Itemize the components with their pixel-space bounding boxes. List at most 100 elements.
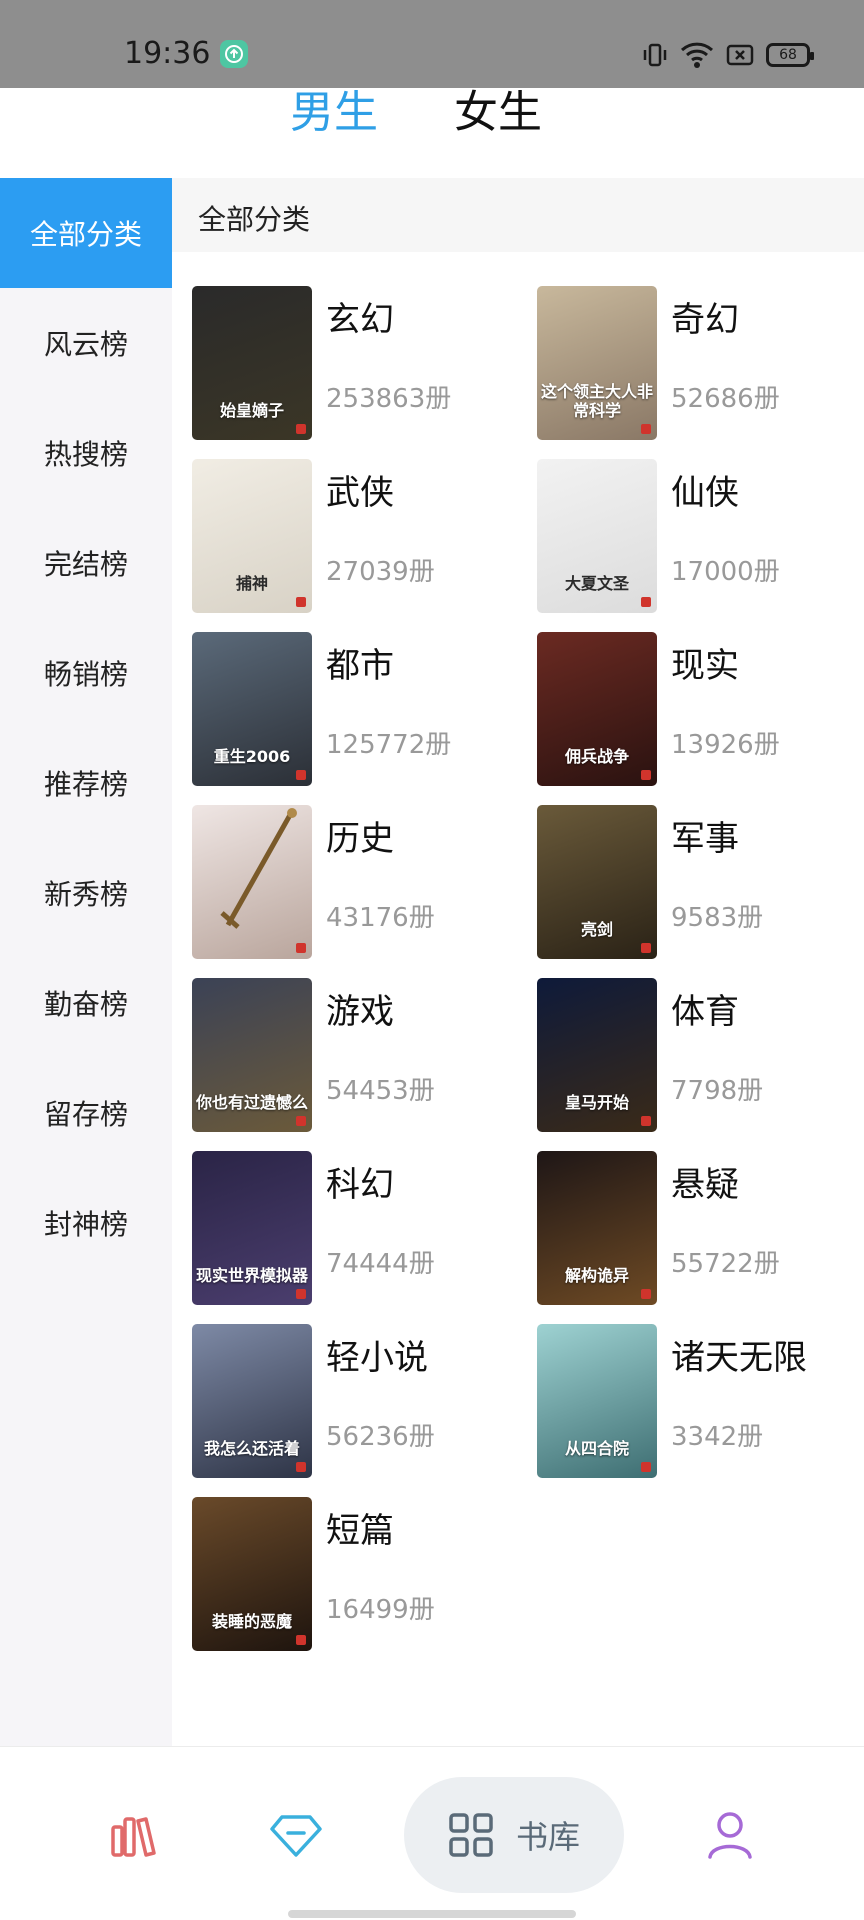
category-card[interactable]: 大夏文圣 仙侠 17000册 <box>537 459 864 615</box>
cover-title: 佣兵战争 <box>564 747 629 766</box>
ranking-sidebar: 全部分类 风云榜 热搜榜 完结榜 畅销榜 推荐榜 新秀榜 勤奋榜 留存榜 封神榜 <box>0 178 172 1746</box>
publisher-badge-icon <box>641 1462 651 1472</box>
category-count: 125772册 <box>326 730 452 760</box>
category-card[interactable]: 皇马开始 体育 7798册 <box>537 978 864 1134</box>
cover-title: 皇马开始 <box>564 1093 629 1112</box>
book-cover: 始皇嫡子 <box>192 286 312 440</box>
category-name: 轻小说 <box>326 1338 428 1378</box>
category-count: 16499册 <box>326 1595 435 1625</box>
diamond-icon <box>270 1815 322 1857</box>
category-name: 历史 <box>326 819 394 859</box>
bottom-nav: 书库 <box>0 1746 864 1920</box>
category-name: 体育 <box>671 992 739 1032</box>
category-card[interactable]: 装睡的恶魔 短篇 16499册 <box>192 1497 532 1653</box>
home-indicator[interactable] <box>288 1910 576 1918</box>
sidebar-item-diligent[interactable]: 勤奋榜 <box>0 948 172 1058</box>
category-grid: 始皇嫡子 玄幻 253863册 这个领主大人非常科学 奇幻 52686册 捕神 … <box>172 252 864 1746</box>
category-card[interactable]: 捕神 武侠 27039册 <box>192 459 532 615</box>
category-name: 仙侠 <box>671 473 739 513</box>
category-card[interactable]: 重生2006 都市 125772册 <box>192 632 532 788</box>
category-name: 悬疑 <box>671 1165 739 1205</box>
category-name: 诸天无限 <box>671 1338 807 1378</box>
sidebar-item-bestseller[interactable]: 畅销榜 <box>0 618 172 728</box>
category-name: 短篇 <box>326 1511 394 1551</box>
publisher-badge-icon <box>641 770 651 780</box>
sidebar-item-completed[interactable]: 完结榜 <box>0 508 172 618</box>
category-count: 9583册 <box>671 903 764 933</box>
book-cover: 这个领主大人非常科学 <box>537 286 657 440</box>
book-cover: 解构诡异 <box>537 1151 657 1305</box>
nav-library[interactable]: 书库 <box>404 1777 624 1893</box>
nav-featured[interactable] <box>248 1777 344 1893</box>
category-card[interactable]: 解构诡异 悬疑 55722册 <box>537 1151 864 1307</box>
book-cover: 大夏文圣 <box>537 459 657 613</box>
nav-profile[interactable] <box>682 1777 778 1893</box>
cover-title: 解构诡异 <box>564 1266 629 1285</box>
book-cover: 捕神 <box>192 459 312 613</box>
cover-title: 你也有过遗憾么 <box>196 1093 309 1112</box>
publisher-badge-icon <box>296 424 306 434</box>
cover-title: 大夏文圣 <box>564 574 629 593</box>
sim-error-icon <box>726 44 754 66</box>
tab-female[interactable]: 女生 <box>454 88 542 138</box>
wifi-icon <box>680 42 714 68</box>
category-count: 54453册 <box>326 1076 435 1106</box>
tab-male[interactable]: 男生 <box>290 88 378 138</box>
category-count: 27039册 <box>326 557 435 587</box>
sidebar-item-legend[interactable]: 封神榜 <box>0 1168 172 1278</box>
cover-title: 重生2006 <box>213 747 291 766</box>
category-count: 13926册 <box>671 730 780 760</box>
category-card[interactable]: 这个领主大人非常科学 奇幻 52686册 <box>537 286 864 442</box>
sidebar-item-hot-search[interactable]: 热搜榜 <box>0 398 172 508</box>
category-name: 奇幻 <box>671 300 739 340</box>
category-count: 7798册 <box>671 1076 764 1106</box>
category-count: 55722册 <box>671 1249 780 1279</box>
cover-title: 捕神 <box>235 574 268 593</box>
category-count: 3342册 <box>671 1422 764 1452</box>
status-indicators: 68 <box>642 40 814 70</box>
book-cover: 重生2006 <box>192 632 312 786</box>
book-cover: 装睡的恶魔 <box>192 1497 312 1651</box>
category-header-title: 全部分类 <box>198 203 311 236</box>
category-card[interactable]: 历史 43176册 <box>192 805 532 961</box>
category-header: 全部分类 <box>172 178 864 252</box>
category-count: 74444册 <box>326 1249 435 1279</box>
category-card[interactable]: 你也有过遗憾么 游戏 54453册 <box>192 978 532 1134</box>
category-count: 43176册 <box>326 903 435 933</box>
cover-title: 我怎么还活着 <box>203 1439 300 1458</box>
publisher-badge-icon <box>296 1289 306 1299</box>
publisher-badge-icon <box>641 1289 651 1299</box>
nav-bookshelf[interactable] <box>86 1777 182 1893</box>
sidebar-item-all-categories[interactable]: 全部分类 <box>0 178 172 288</box>
sidebar-item-fengyun[interactable]: 风云榜 <box>0 288 172 398</box>
book-cover: 皇马开始 <box>537 978 657 1132</box>
sidebar-item-newcomer[interactable]: 新秀榜 <box>0 838 172 948</box>
category-card[interactable]: 从四合院 诸天无限 3342册 <box>537 1324 864 1480</box>
status-bar: 19:36 68 <box>0 0 864 88</box>
category-card[interactable]: 亮剑 军事 9583册 <box>537 805 864 961</box>
category-count: 52686册 <box>671 384 780 414</box>
category-count: 56236册 <box>326 1422 435 1452</box>
sword-icon <box>220 808 297 929</box>
book-cover: 你也有过遗憾么 <box>192 978 312 1132</box>
sidebar-item-retention[interactable]: 留存榜 <box>0 1058 172 1168</box>
category-card[interactable]: 现实世界模拟器 科幻 74444册 <box>192 1151 532 1307</box>
category-card[interactable]: 佣兵战争 现实 13926册 <box>537 632 864 788</box>
category-name: 都市 <box>326 646 394 686</box>
publisher-badge-icon <box>296 1635 306 1645</box>
sidebar-item-recommended[interactable]: 推荐榜 <box>0 728 172 838</box>
nav-library-label: 书库 <box>515 1818 580 1856</box>
category-name: 现实 <box>671 646 739 686</box>
cover-title: 装睡的恶魔 <box>211 1612 292 1631</box>
gender-tabs: 男生 女生 <box>0 88 864 178</box>
battery-indicator: 68 <box>766 43 814 67</box>
category-card[interactable]: 我怎么还活着 轻小说 56236册 <box>192 1324 532 1480</box>
category-count: 17000册 <box>671 557 780 587</box>
status-time: 19:36 <box>124 36 211 71</box>
grid-icon <box>449 1813 493 1857</box>
book-cover: 佣兵战争 <box>537 632 657 786</box>
category-name: 科幻 <box>326 1165 394 1205</box>
category-card[interactable]: 始皇嫡子 玄幻 253863册 <box>192 286 532 442</box>
publisher-badge-icon <box>641 597 651 607</box>
cover-title: 亮剑 <box>580 920 613 939</box>
